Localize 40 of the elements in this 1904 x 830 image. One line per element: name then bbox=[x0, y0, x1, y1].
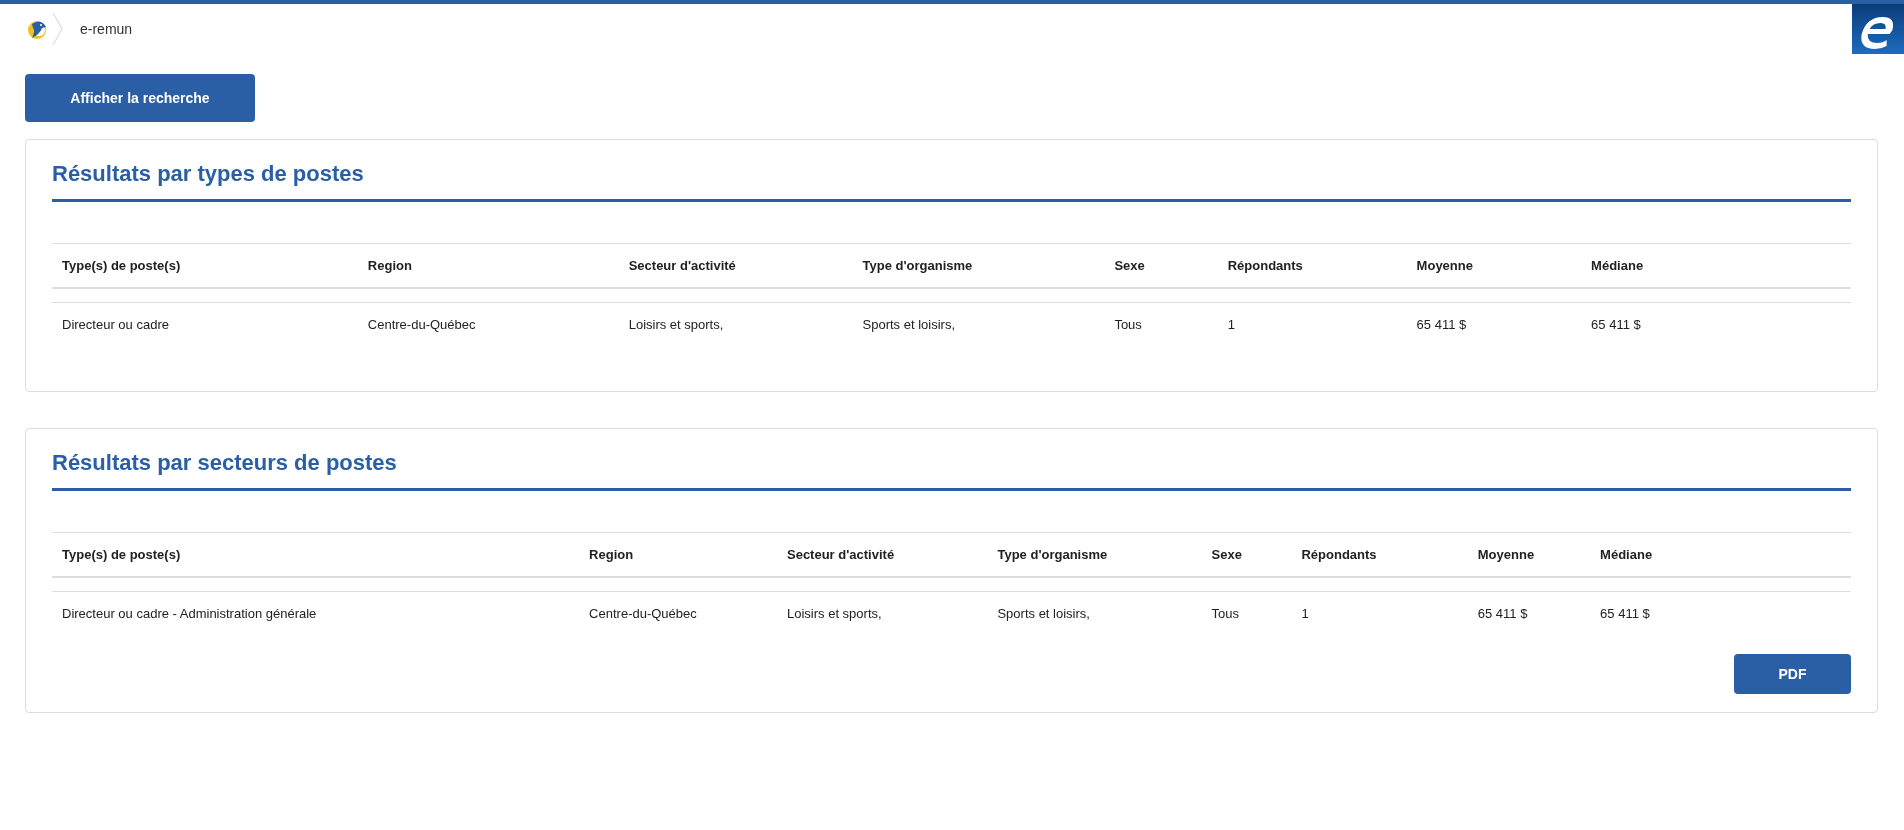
table-cell: Loisirs et sports, bbox=[618, 302, 853, 347]
column-header: Sexe bbox=[1201, 532, 1292, 577]
column-header: Répondants bbox=[1291, 532, 1468, 577]
column-header: Type(s) de poste(s) bbox=[52, 532, 580, 577]
section-title: Résultats par secteurs de postes bbox=[52, 450, 1851, 491]
table-cell: 65 411 $ bbox=[1406, 302, 1582, 347]
table-cell: Loisirs et sports, bbox=[777, 591, 988, 636]
column-header: Region bbox=[357, 243, 619, 288]
table-cell: Sports et loisirs, bbox=[852, 302, 1105, 347]
bird-logo-icon[interactable] bbox=[26, 18, 48, 40]
column-header: Sexe bbox=[1104, 243, 1218, 288]
column-header: Médiane bbox=[1581, 243, 1851, 288]
column-header: Répondants bbox=[1217, 243, 1407, 288]
column-header: Médiane bbox=[1590, 532, 1851, 577]
pdf-button[interactable]: PDF bbox=[1734, 654, 1851, 694]
table-cell: 1 bbox=[1291, 591, 1468, 636]
table-cell: Centre-du-Québec bbox=[357, 302, 619, 347]
table-cell: Tous bbox=[1104, 302, 1218, 347]
column-header: Moyenne bbox=[1406, 243, 1582, 288]
breadcrumb-link[interactable]: e-remun bbox=[80, 21, 133, 37]
table-cell: 65 411 $ bbox=[1467, 591, 1591, 636]
table-cell: 65 411 $ bbox=[1581, 302, 1851, 347]
show-search-button[interactable]: Afficher la recherche bbox=[25, 74, 255, 122]
table-cell: Centre-du-Québec bbox=[579, 591, 777, 636]
column-header: Type d'organisme bbox=[987, 532, 1202, 577]
table-cell: Sports et loisirs, bbox=[987, 591, 1202, 636]
breadcrumb-separator-icon bbox=[52, 12, 64, 46]
e-logo-icon[interactable] bbox=[1852, 4, 1904, 54]
column-header: Moyenne bbox=[1467, 532, 1591, 577]
column-header: Region bbox=[579, 532, 777, 577]
table-cell: Tous bbox=[1201, 591, 1292, 636]
table-cell: Directeur ou cadre bbox=[52, 302, 358, 347]
column-header: Type(s) de poste(s) bbox=[52, 243, 358, 288]
column-header: Secteur d'activité bbox=[777, 532, 988, 577]
column-header: Secteur d'activité bbox=[618, 243, 853, 288]
table-cell: 65 411 $ bbox=[1590, 591, 1851, 636]
section-title: Résultats par types de postes bbox=[52, 161, 1851, 202]
column-header: Type d'organisme bbox=[852, 243, 1105, 288]
table-cell: 1 bbox=[1217, 302, 1407, 347]
table-cell: Directeur ou cadre - Administration générale bbox=[52, 591, 580, 636]
